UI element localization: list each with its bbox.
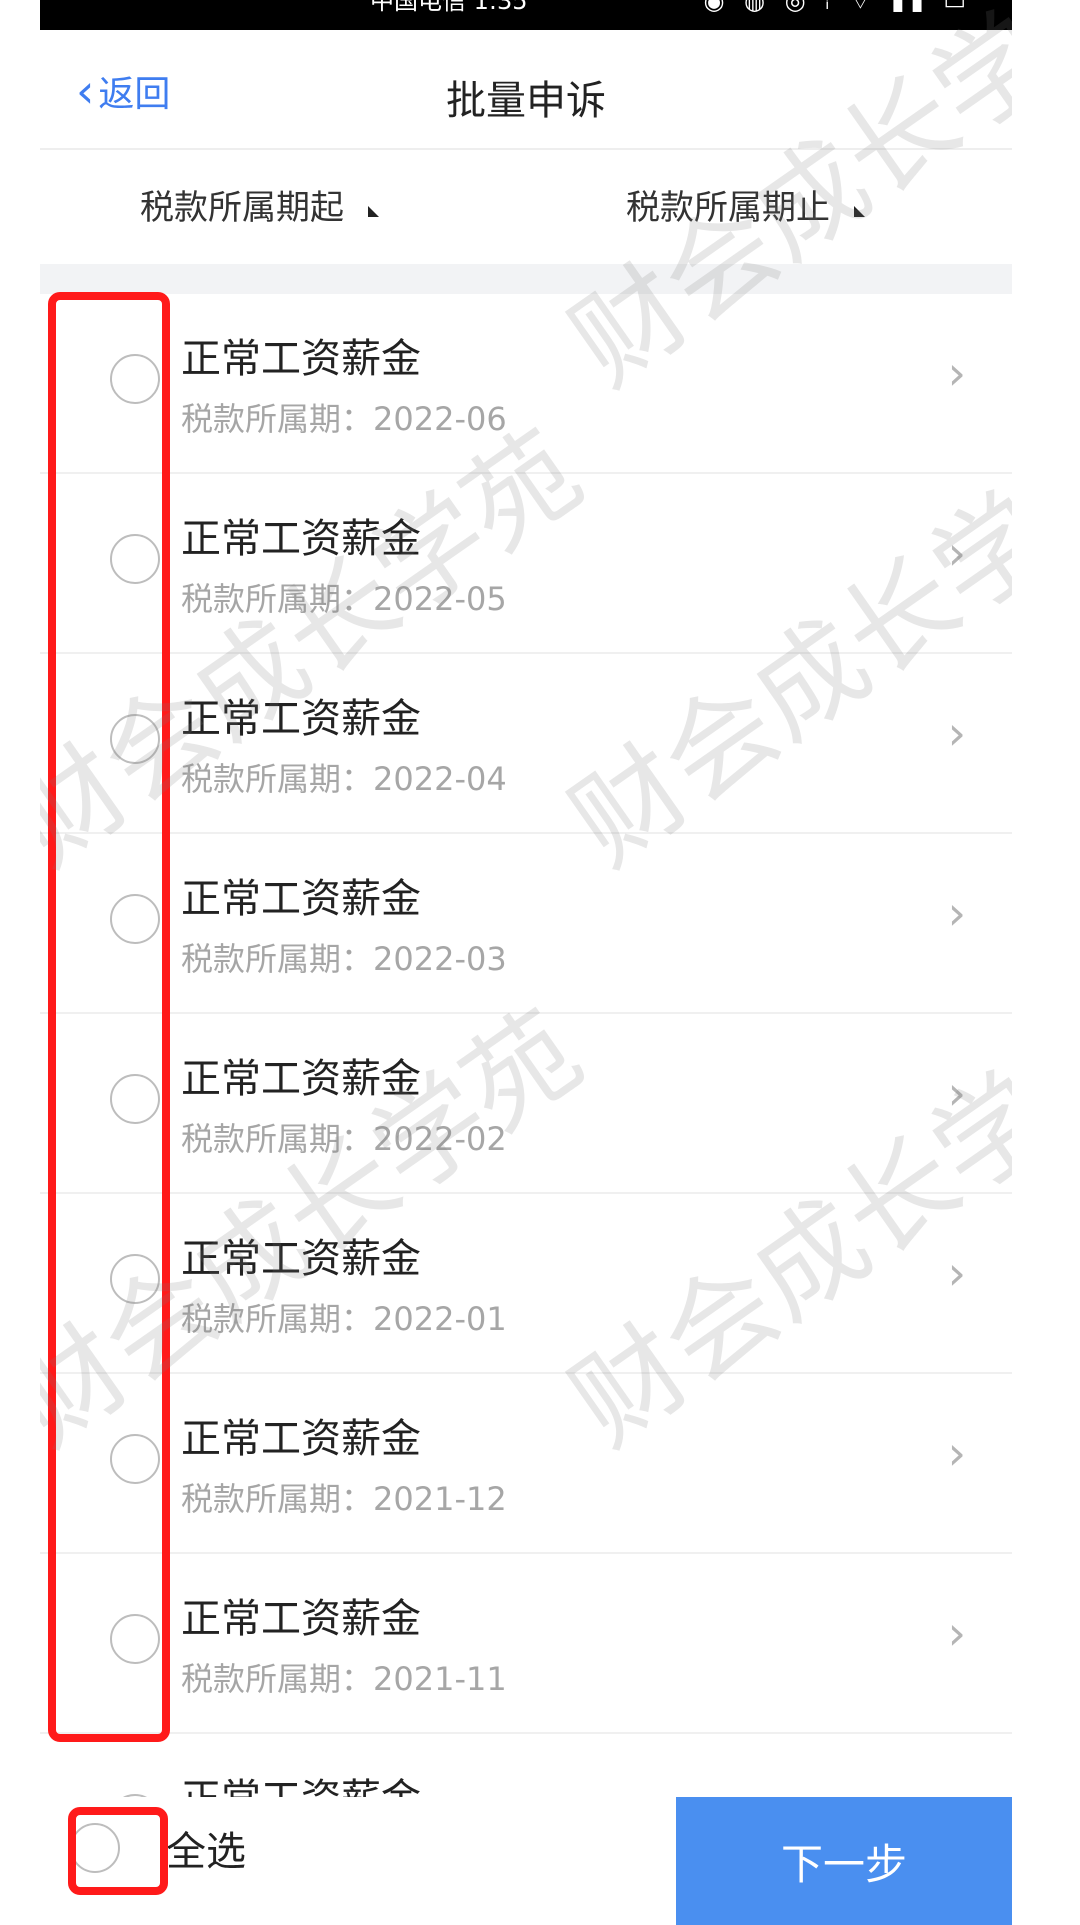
item-period: 税款所属期：2022-06 xyxy=(181,400,507,438)
list-item[interactable]: 正常工资薪金 税款所属期：2022-05 › xyxy=(40,474,1012,654)
chevron-right-icon: › xyxy=(947,886,966,940)
list-item[interactable]: 正常工资薪金 税款所属期：2022-01 › xyxy=(40,1194,1012,1374)
radio-button[interactable] xyxy=(110,1074,160,1124)
chevron-right-icon: › xyxy=(947,346,966,400)
item-title: 正常工资薪金 xyxy=(181,1056,421,1102)
item-period: 税款所属期：2022-05 xyxy=(181,580,507,618)
list-item[interactable]: 正常工资薪金 税款所属期：2022-04 › xyxy=(40,654,1012,834)
list-item[interactable]: 正常工资薪金 税款所属期：2022-03 › xyxy=(40,834,1012,1014)
item-title: 正常工资薪金 xyxy=(181,1596,421,1642)
item-period: 税款所属期：2021-11 xyxy=(181,1660,507,1698)
period-end-filter[interactable]: 税款所属期止 xyxy=(626,180,865,229)
caret-down-icon xyxy=(854,206,865,217)
radio-button[interactable] xyxy=(110,1614,160,1664)
radio-button[interactable] xyxy=(110,1254,160,1304)
list-separator xyxy=(40,264,1012,294)
chevron-right-icon: › xyxy=(947,1426,966,1480)
chevron-right-icon: › xyxy=(947,1606,966,1660)
radio-button[interactable] xyxy=(110,534,160,584)
status-icons: ◉ ◍ ◎ ᵢ ⌔ ▮▮ ▭ xyxy=(703,0,972,15)
chevron-right-icon: › xyxy=(947,706,966,760)
list-item[interactable]: 正常工资薪金 税款所属期：2022-02 › xyxy=(40,1014,1012,1194)
item-title: 正常工资薪金 xyxy=(181,1416,421,1462)
item-title: 正常工资薪金 xyxy=(181,876,421,922)
item-title: 正常工资薪金 xyxy=(181,336,421,382)
appeal-list: 正常工资薪金 税款所属期：2022-06 › 正常工资薪金 税款所属期：2022… xyxy=(40,294,1012,1914)
radio-button[interactable] xyxy=(110,714,160,764)
period-start-label: 税款所属期起 xyxy=(140,188,344,228)
item-period: 税款所属期：2022-04 xyxy=(181,760,507,798)
item-title: 正常工资薪金 xyxy=(181,1236,421,1282)
chevron-right-icon: › xyxy=(947,1066,966,1120)
radio-button[interactable] xyxy=(110,894,160,944)
item-title: 正常工资薪金 xyxy=(181,696,421,742)
period-end-label: 税款所属期止 xyxy=(626,188,830,228)
chevron-right-icon: › xyxy=(947,526,966,580)
item-period: 税款所属期：2022-02 xyxy=(181,1120,507,1158)
select-all-toggle[interactable]: 全选 xyxy=(68,1807,246,1895)
page-title: 批量申诉 xyxy=(446,78,606,124)
nav-bar: ‹ 返回 批量申诉 xyxy=(40,30,1012,148)
list-item[interactable]: 正常工资薪金 税款所属期：2022-06 › xyxy=(40,294,1012,474)
select-all-highlight xyxy=(68,1807,168,1895)
filter-bar: 税款所属期起 税款所属期止 xyxy=(40,148,1012,266)
period-start-filter[interactable]: 税款所属期起 xyxy=(140,180,379,229)
select-all-label: 全选 xyxy=(166,1829,246,1875)
list-item[interactable]: 正常工资薪金 税款所属期：2021-11 › xyxy=(40,1554,1012,1734)
radio-button[interactable] xyxy=(110,1434,160,1484)
chevron-right-icon: › xyxy=(947,1246,966,1300)
status-carrier-time: 中国电信 1:35 xyxy=(370,0,528,15)
caret-down-icon xyxy=(368,206,379,217)
status-bar: 中国电信 1:35 ◉ ◍ ◎ ᵢ ⌔ ▮▮ ▭ xyxy=(40,0,1012,30)
next-step-button[interactable]: 下一步 xyxy=(676,1797,1012,1925)
list-item[interactable]: 正常工资薪金 税款所属期：2021-12 › xyxy=(40,1374,1012,1554)
item-period: 税款所属期：2021-12 xyxy=(181,1480,507,1518)
app-screen: 中国电信 1:35 ◉ ◍ ◎ ᵢ ⌔ ▮▮ ▭ ‹ 返回 批量申诉 税款所属期… xyxy=(40,0,1012,1925)
item-period: 税款所属期：2022-01 xyxy=(181,1300,507,1338)
item-period: 税款所属期：2022-03 xyxy=(181,940,507,978)
radio-button[interactable] xyxy=(110,354,160,404)
bottom-bar: 全选 下一步 xyxy=(40,1797,1012,1925)
item-title: 正常工资薪金 xyxy=(181,516,421,562)
